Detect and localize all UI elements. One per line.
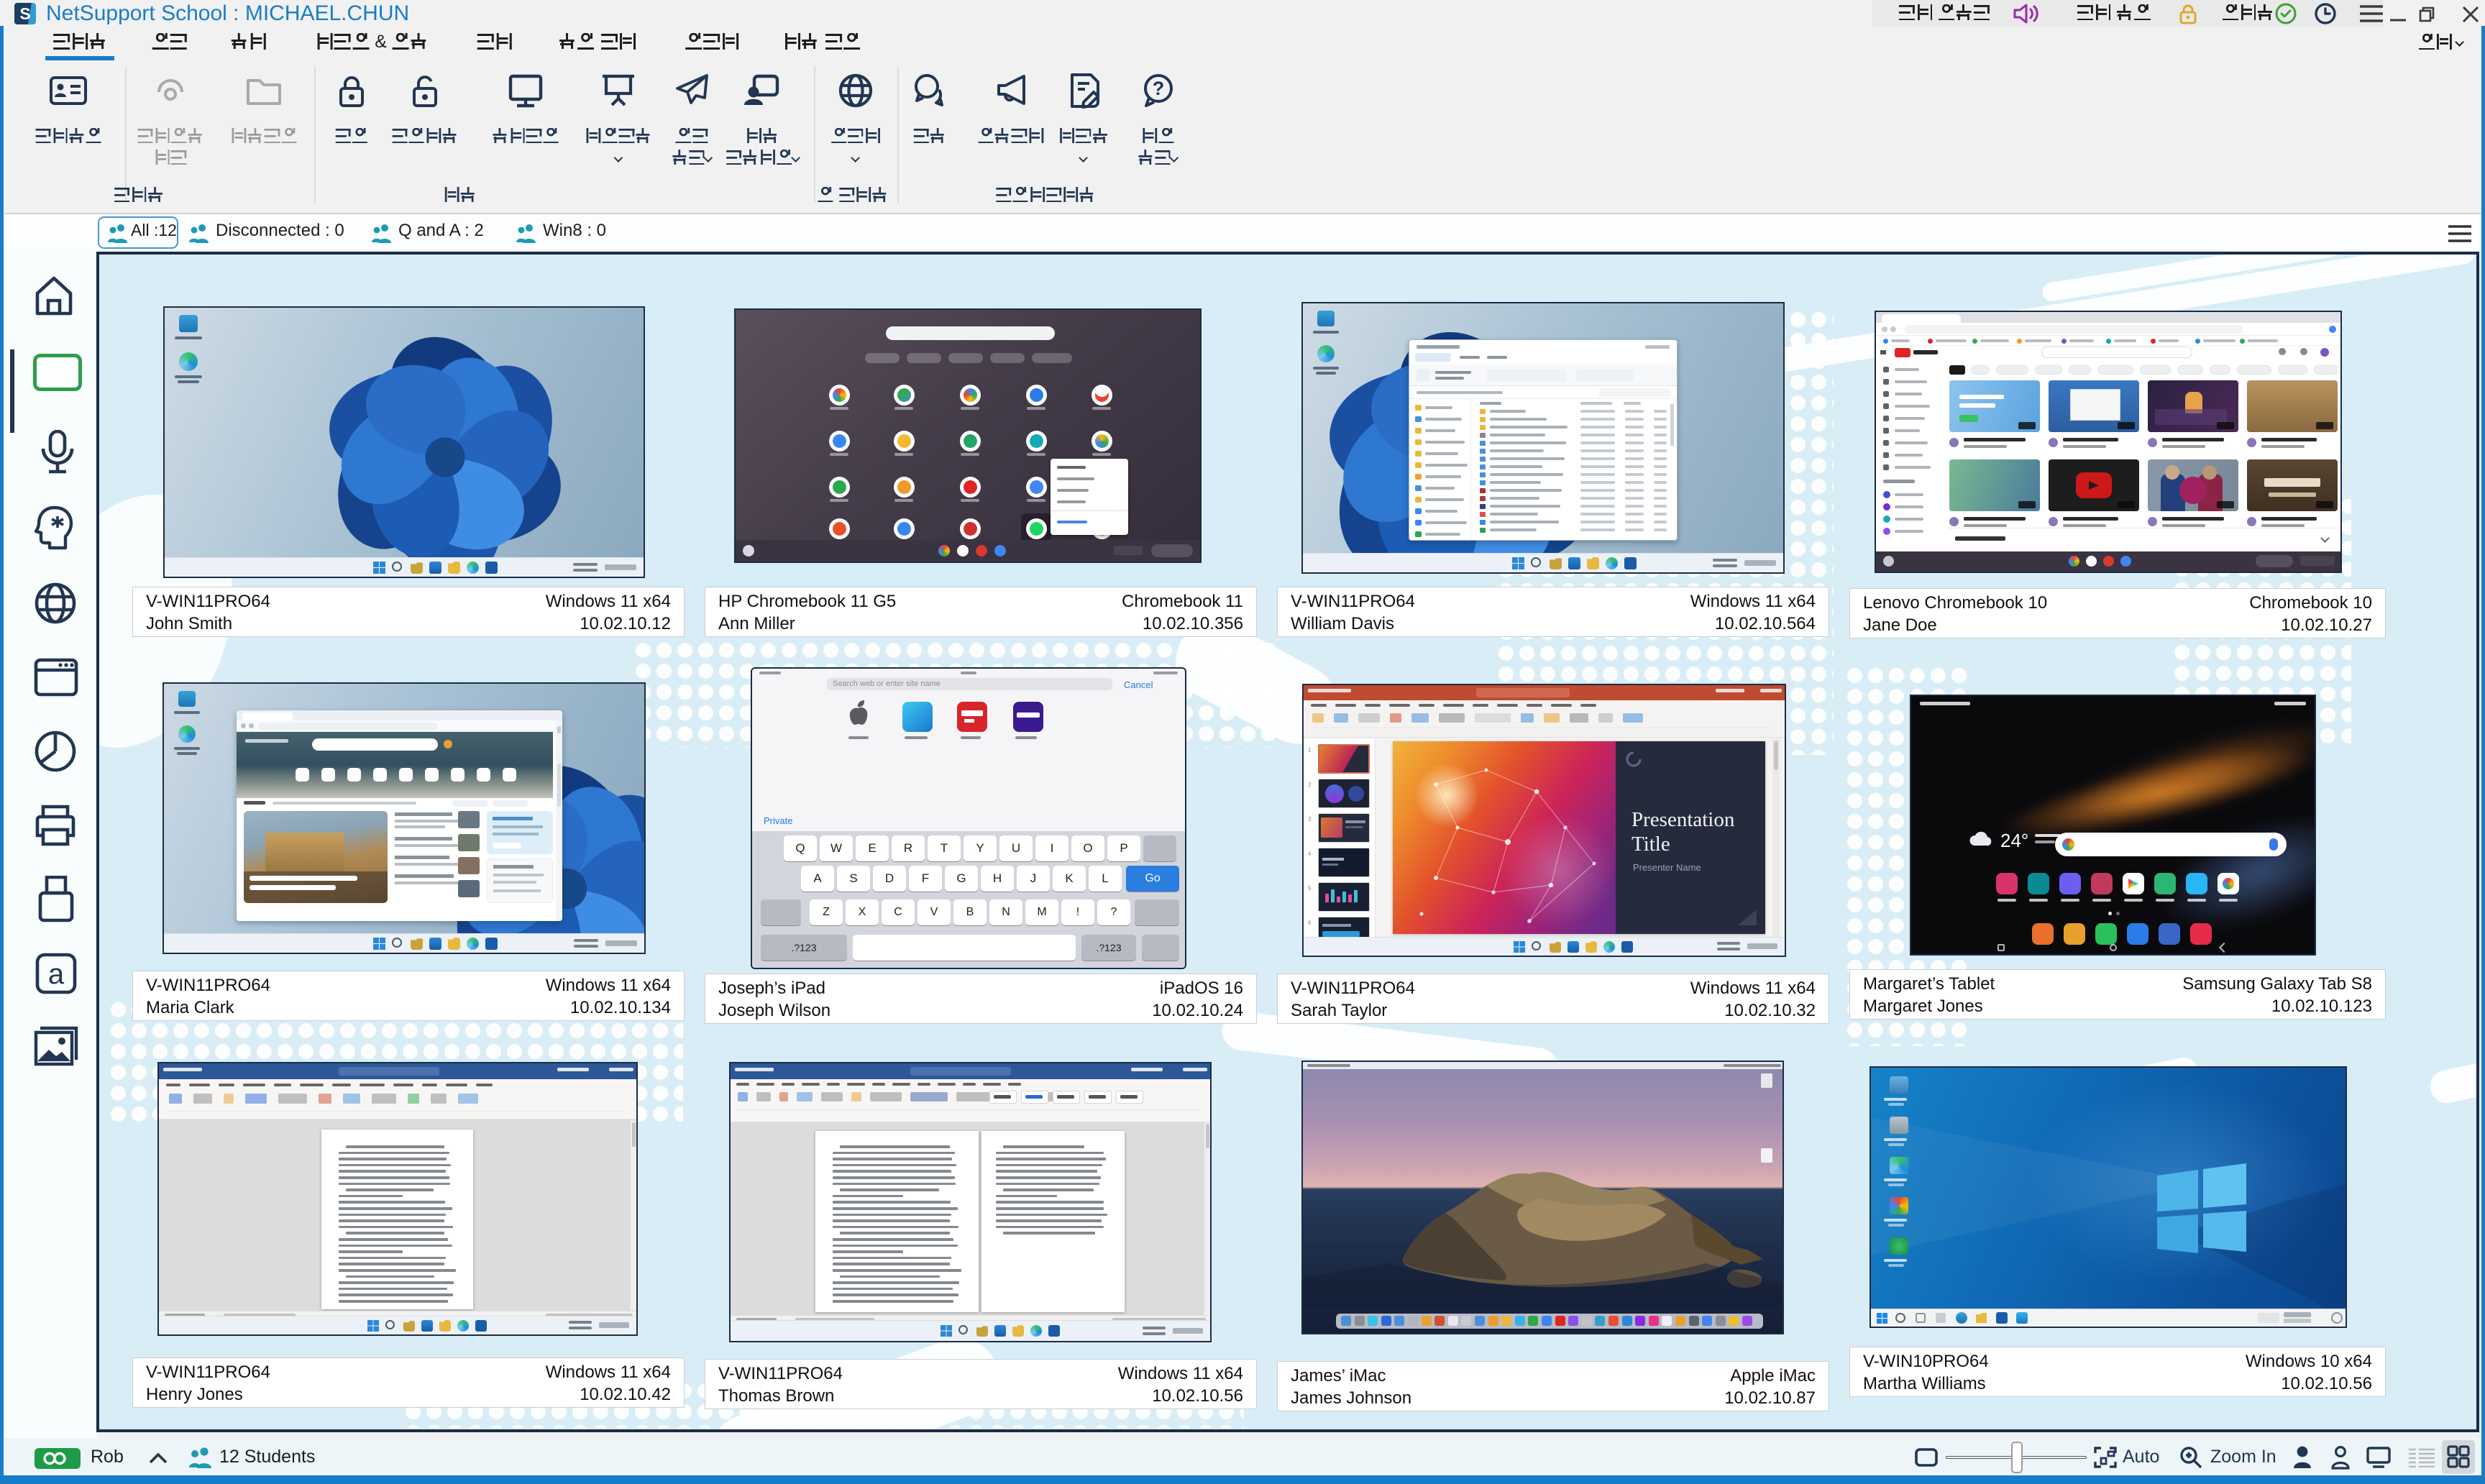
svg-text:a: a xyxy=(48,958,65,990)
svg-text:?: ? xyxy=(1153,78,1165,99)
